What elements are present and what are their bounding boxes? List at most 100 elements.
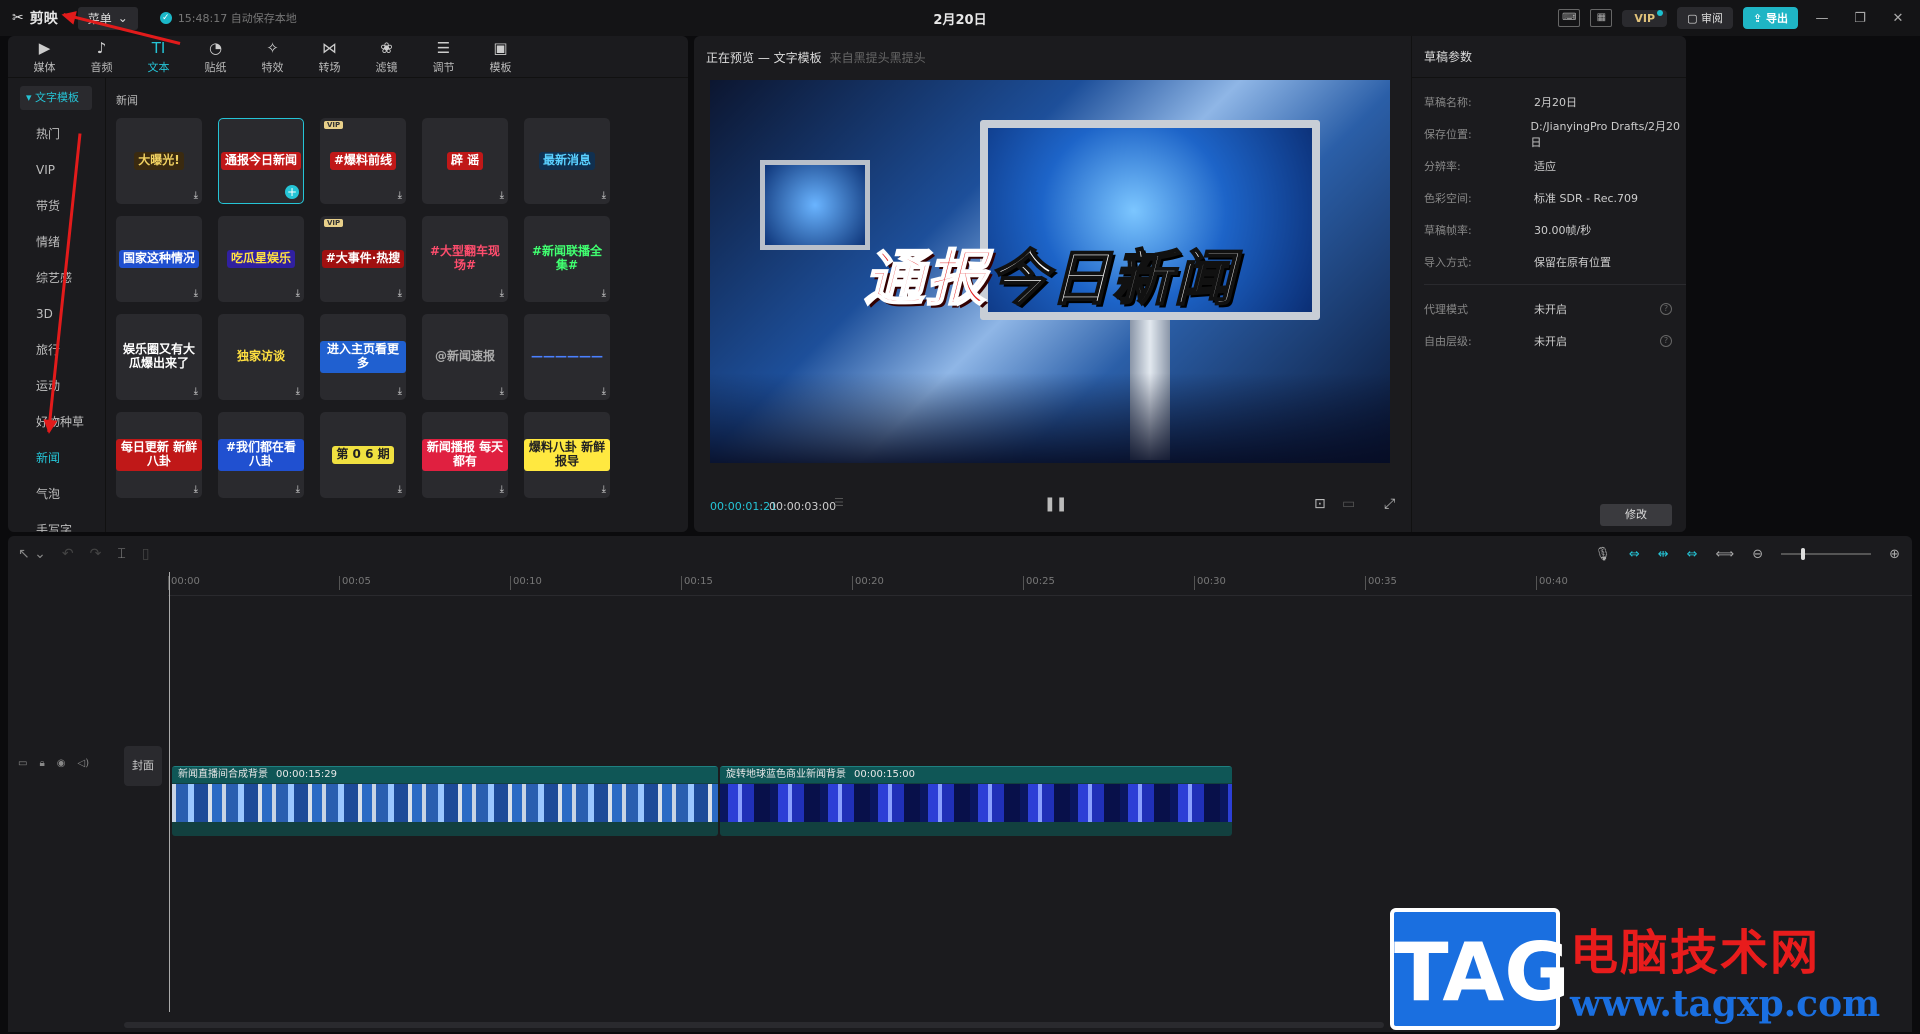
tool-sticker[interactable]: ◔ 贴纸 bbox=[187, 36, 244, 77]
template-tile[interactable]: 辟 谣 ⤓ bbox=[422, 118, 508, 204]
template-tile[interactable]: 每日更新 新鲜八卦 ⤓ bbox=[116, 412, 202, 498]
shortcut-icon[interactable]: ⌨ bbox=[1558, 9, 1581, 27]
lock-icon[interactable]: 🔒︎ bbox=[39, 758, 44, 769]
category-item[interactable]: 综艺感 bbox=[8, 260, 105, 296]
download-icon[interactable]: ⤓ bbox=[296, 386, 300, 397]
download-icon[interactable]: ⤓ bbox=[296, 484, 300, 495]
current-time: 00:00:01:21 bbox=[710, 500, 778, 513]
fullscreen-icon[interactable]: ⤢ bbox=[1384, 496, 1395, 512]
download-icon[interactable]: ⤓ bbox=[500, 484, 504, 495]
preview-video[interactable]: 通报今日新闻 bbox=[710, 80, 1390, 463]
template-tile[interactable]: 国家这种情况 ⤓ bbox=[116, 216, 202, 302]
tool-media[interactable]: ▶ 媒体 bbox=[16, 36, 73, 77]
category-item[interactable]: 热门 bbox=[8, 116, 105, 152]
template-tile[interactable]: —————— ⤓ bbox=[524, 314, 610, 400]
template-tile[interactable]: 独家访谈 ⤓ bbox=[218, 314, 304, 400]
tool-template[interactable]: ▣ 模板 bbox=[472, 36, 529, 77]
close-icon[interactable]: ✕ bbox=[1884, 11, 1912, 26]
preview-axis-icon[interactable]: ⟺ bbox=[1716, 547, 1735, 562]
template-tile[interactable]: 大曝光! ⤓ bbox=[116, 118, 202, 204]
tool-transition[interactable]: ⋈ 转场 bbox=[301, 36, 358, 77]
download-icon[interactable]: ⤓ bbox=[194, 484, 198, 495]
template-tile[interactable]: 通报今日新闻 + bbox=[218, 118, 304, 204]
download-icon[interactable]: ⤓ bbox=[398, 484, 402, 495]
ratio-icon[interactable]: ▭ bbox=[1342, 496, 1355, 512]
template-tile[interactable]: 进入主页看更多 ⤓ bbox=[320, 314, 406, 400]
category-item[interactable]: 运动 bbox=[8, 368, 105, 404]
cover-button[interactable]: 封面 bbox=[124, 746, 162, 786]
template-tile[interactable]: 最新消息 ⤓ bbox=[524, 118, 610, 204]
category-item[interactable]: 情绪 bbox=[8, 224, 105, 260]
download-icon[interactable]: ⤓ bbox=[602, 190, 606, 201]
download-icon[interactable]: ⤓ bbox=[194, 190, 198, 201]
category-item[interactable]: 气泡 bbox=[8, 476, 105, 512]
auto-snap-icon[interactable]: ⇹ bbox=[1658, 547, 1669, 562]
template-tile[interactable]: #新闻联播全集# ⤓ bbox=[524, 216, 610, 302]
download-icon[interactable]: ⤓ bbox=[194, 386, 198, 397]
main-track-magnet-icon[interactable]: ⇔ bbox=[1629, 547, 1640, 562]
download-icon[interactable]: ⤓ bbox=[602, 288, 606, 299]
template-tile[interactable]: #我们都在看八卦 ⤓ bbox=[218, 412, 304, 498]
tool-effects[interactable]: ✧ 特效 bbox=[244, 36, 301, 77]
zoom-out-icon[interactable]: ⊖ bbox=[1752, 547, 1763, 562]
download-icon[interactable]: ⤓ bbox=[500, 288, 504, 299]
tool-adjust[interactable]: ☰ 调节 bbox=[415, 36, 472, 77]
horizontal-scrollbar[interactable] bbox=[124, 1022, 1384, 1028]
template-tile[interactable]: #爆料前线 VIP ⤓ bbox=[320, 118, 406, 204]
zoom-in-icon[interactable]: ⊕ bbox=[1889, 547, 1900, 562]
delete-icon[interactable]: ▯ bbox=[142, 546, 150, 562]
category-item[interactable]: 3D bbox=[8, 296, 105, 332]
template-tile[interactable]: 吃瓜星娱乐 ⤓ bbox=[218, 216, 304, 302]
download-icon[interactable]: ⤓ bbox=[398, 288, 402, 299]
modify-button[interactable]: 修改 bbox=[1600, 504, 1672, 526]
download-icon[interactable]: ⤓ bbox=[500, 386, 504, 397]
download-icon[interactable]: ⤓ bbox=[602, 484, 606, 495]
review-button[interactable]: ▢ 审阅 bbox=[1677, 7, 1733, 29]
undo-icon[interactable]: ↶ bbox=[62, 546, 74, 562]
template-tile[interactable]: 新闻播报 每天都有 ⤓ bbox=[422, 412, 508, 498]
time-ruler[interactable]: 00:00 00:05 00:10 00:15 00:20 00:25 00:30 00:35… bbox=[168, 572, 1912, 596]
tool-audio[interactable]: ♪ 音频 bbox=[73, 36, 130, 77]
download-icon[interactable]: ⤓ bbox=[398, 190, 402, 201]
help-icon[interactable]: ? bbox=[1660, 335, 1672, 347]
category-item[interactable]: 新闻 bbox=[8, 440, 105, 476]
download-icon[interactable]: ⤓ bbox=[500, 190, 504, 201]
redo-icon[interactable]: ↷ bbox=[90, 546, 102, 562]
screenshot-icon[interactable]: ⊡ bbox=[1314, 496, 1326, 512]
download-icon[interactable]: ⤓ bbox=[296, 288, 300, 299]
download-icon[interactable]: ⤓ bbox=[194, 288, 198, 299]
list-icon[interactable]: ☰ bbox=[834, 496, 844, 509]
template-tile[interactable]: #大型翻车现场# ⤓ bbox=[422, 216, 508, 302]
minimize-icon[interactable]: — bbox=[1808, 11, 1836, 26]
restore-icon[interactable]: ❐ bbox=[1846, 11, 1874, 26]
template-tile[interactable]: 爆料八卦 新鲜报导 ⤓ bbox=[524, 412, 610, 498]
select-tool-icon[interactable]: ↖ ⌄ bbox=[18, 546, 46, 562]
eye-icon[interactable]: ◉ bbox=[57, 758, 66, 769]
help-icon[interactable]: ? bbox=[1660, 303, 1672, 315]
video-clip[interactable]: 旋转地球蓝色商业新闻背景 00:00:15:00 bbox=[720, 766, 1232, 836]
download-icon[interactable]: ⤓ bbox=[602, 386, 606, 397]
category-item[interactable]: 带货 bbox=[8, 188, 105, 224]
split-icon[interactable]: ⌶ bbox=[117, 546, 125, 562]
playhead[interactable] bbox=[169, 572, 170, 1012]
linkage-icon[interactable]: ⇔ bbox=[1687, 547, 1698, 562]
category-item[interactable]: 手写字 bbox=[8, 512, 105, 532]
export-button[interactable]: ⇪ 导出 bbox=[1742, 7, 1798, 29]
zoom-slider[interactable] bbox=[1781, 548, 1872, 560]
vip-button[interactable]: VIP bbox=[1622, 9, 1668, 27]
zoom-slider-knob[interactable] bbox=[1801, 548, 1806, 560]
speaker-icon[interactable]: ◁) bbox=[78, 758, 90, 769]
template-tile[interactable]: #大事件·热搜 VIP ⤓ bbox=[320, 216, 406, 302]
tool-filter[interactable]: ❀ 滤镜 bbox=[358, 36, 415, 77]
layout-icon[interactable]: ▦ bbox=[1590, 9, 1613, 27]
download-icon[interactable]: ⤓ bbox=[398, 386, 402, 397]
category-item[interactable]: VIP bbox=[8, 152, 105, 188]
microphone-icon[interactable]: 🎙 bbox=[1594, 547, 1611, 562]
video-clip[interactable]: 新闻直播间合成背景 00:00:15:29 bbox=[172, 766, 718, 836]
template-tile[interactable]: 娱乐圈又有大瓜爆出来了 ⤓ bbox=[116, 314, 202, 400]
template-tile[interactable]: 第 0 6 期 ⤓ bbox=[320, 412, 406, 498]
category-group-text-templates[interactable]: ▾ 文字模板 bbox=[20, 86, 92, 110]
pause-icon[interactable]: ❚❚ bbox=[1044, 496, 1067, 512]
add-icon[interactable]: + bbox=[285, 185, 299, 199]
template-tile[interactable]: @新闻速报 ⤓ bbox=[422, 314, 508, 400]
